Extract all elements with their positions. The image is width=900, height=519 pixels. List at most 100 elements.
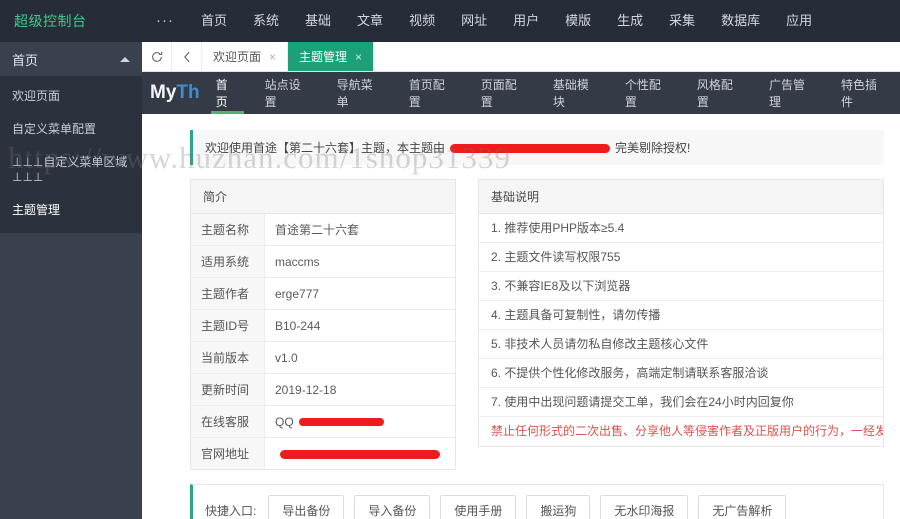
no-ad-parse-button[interactable]: 无广告解析 <box>698 495 787 519</box>
quick-entry-bar: 快捷入口: 导出备份 导入备份 使用手册 搬运狗 无水印海报 无广告解析 <box>190 484 884 519</box>
close-icon[interactable]: × <box>269 50 276 64</box>
theme-logo: My Th <box>142 72 203 114</box>
notes-list: 1. 推荐使用PHP版本≥5.4 2. 主题文件读写权限755 3. 不兼容IE… <box>479 214 883 446</box>
top-bar: 超级控制台 ··· 首页 系统 基础 文章 视频 网址 用户 模版 生成 采集 … <box>0 0 900 42</box>
table-row: 主题名称 首途第二十六套 <box>191 214 455 246</box>
redaction-mark <box>450 144 611 154</box>
theme-logo-part1: My <box>150 82 177 103</box>
theme-nav-page-config[interactable]: 页面配置 <box>468 72 540 114</box>
theme-nav-style-config[interactable]: 风格配置 <box>684 72 756 114</box>
intro-table: 主题名称 首途第二十六套 适用系统 maccms 主题作者 erge777 主题… <box>191 214 455 469</box>
list-item: 6. 不提供个性化修改服务，高端定制请联系客服洽谈 <box>479 359 883 388</box>
sidebar: 首页 欢迎页面 自定义菜单配置 ⊥⊥⊥自定义菜单区域⊥⊥⊥ 主题管理 <box>0 42 142 519</box>
topnav-item-1[interactable]: 系统 <box>240 0 292 42</box>
list-item: 4. 主题具备可复制性，请勿传播 <box>479 301 883 330</box>
notes-panel-title: 基础说明 <box>479 180 883 214</box>
table-row: 在线客服 QQ <box>191 405 455 438</box>
row-value <box>265 438 456 470</box>
row-key: 官网地址 <box>191 437 265 469</box>
intro-panel: 简介 主题名称 首途第二十六套 适用系统 maccms 主题作者 erge777 <box>190 179 456 470</box>
topnav-item-11[interactable]: 应用 <box>773 0 825 42</box>
sidebar-item-welcome[interactable]: 欢迎页面 <box>0 80 142 113</box>
row-value: B10-244 <box>264 309 455 342</box>
list-item: 3. 不兼容IE8及以下浏览器 <box>479 272 883 301</box>
tab-strip: 欢迎页面 × 主题管理 × <box>142 42 900 72</box>
sidebar-submenu: 欢迎页面 自定义菜单配置 ⊥⊥⊥自定义菜单区域⊥⊥⊥ 主题管理 <box>0 76 142 233</box>
redaction-mark <box>298 418 384 427</box>
theme-logo-part2: Th <box>176 82 200 103</box>
topnav-item-0[interactable]: 首页 <box>188 0 240 42</box>
redaction-mark <box>280 449 440 459</box>
table-row: 更新时间 2019-12-18 <box>191 373 455 406</box>
quick-entry-label: 快捷入口: <box>205 504 257 518</box>
topnav-item-10[interactable]: 数据库 <box>708 0 773 42</box>
topnav-item-5[interactable]: 网址 <box>448 0 500 42</box>
chevron-left-icon[interactable] <box>172 42 202 71</box>
row-value: 2019-12-18 <box>264 373 455 406</box>
row-value: v1.0 <box>264 341 455 374</box>
theme-nav-home[interactable]: 首页 <box>203 72 252 114</box>
row-key: 主题ID号 <box>191 309 265 342</box>
topnav-item-9[interactable]: 采集 <box>656 0 708 42</box>
theme-nav-home-config[interactable]: 首页配置 <box>396 72 468 114</box>
top-navigation: ··· 首页 系统 基础 文章 视频 网址 用户 模版 生成 采集 数据库 应用 <box>142 0 825 42</box>
topnav-item-4[interactable]: 视频 <box>396 0 448 42</box>
row-key: 主题作者 <box>191 277 265 310</box>
sidebar-group-label: 首页 <box>12 52 39 68</box>
welcome-banner-prefix: 欢迎使用首途【第二十六套】主题，本主题由 <box>205 141 446 155</box>
topnav-item-8[interactable]: 生成 <box>604 0 656 42</box>
warning-notice: 禁止任何形式的二次出售、分享他人等侵害作者及正版用户的行为，一经发现封号处理。 <box>491 424 883 438</box>
table-row: 主题ID号 B10-244 <box>191 309 455 342</box>
list-item: 2. 主题文件读写权限755 <box>479 243 883 272</box>
table-row: 适用系统 maccms <box>191 245 455 278</box>
row-value: maccms <box>264 245 455 278</box>
brand-logo[interactable]: 超级控制台 <box>0 0 142 42</box>
row-key: 主题名称 <box>191 214 265 246</box>
row-value-text: QQ <box>275 414 294 429</box>
sidebar-item-custom-menu-area[interactable]: ⊥⊥⊥自定义菜单区域⊥⊥⊥ <box>0 146 142 194</box>
transfer-dog-button[interactable]: 搬运狗 <box>526 495 591 519</box>
tab-welcome-page[interactable]: 欢迎页面 × <box>202 42 289 71</box>
row-key: 适用系统 <box>191 245 265 278</box>
sidebar-item-theme-manage[interactable]: 主题管理 <box>0 194 142 227</box>
row-key: 在线客服 <box>191 405 265 438</box>
theme-nav-basic-module[interactable]: 基础模块 <box>540 72 612 114</box>
theme-nav-ad-manage[interactable]: 广告管理 <box>756 72 828 114</box>
list-item: 5. 非技术人员请勿私自修改主题核心文件 <box>479 330 883 359</box>
list-item: 1. 推荐使用PHP版本≥5.4 <box>479 214 883 243</box>
sidebar-item-custom-menu-config[interactable]: 自定义菜单配置 <box>0 113 142 146</box>
close-icon[interactable]: × <box>355 50 362 64</box>
theme-nav-items: 首页 站点设置 导航菜单 首页配置 页面配置 基础模块 个性配置 风格配置 广告… <box>203 72 900 114</box>
theme-nav-feature-plugin[interactable]: 特色插件 <box>828 72 900 114</box>
intro-panel-title: 简介 <box>191 180 455 214</box>
theme-nav-navigation-menu[interactable]: 导航菜单 <box>324 72 396 114</box>
admin-console-page: 超级控制台 ··· 首页 系统 基础 文章 视频 网址 用户 模版 生成 采集 … <box>0 0 900 519</box>
topnav-item-3[interactable]: 文章 <box>344 0 396 42</box>
row-key: 更新时间 <box>191 373 265 406</box>
row-key: 当前版本 <box>191 341 265 374</box>
topnav-item-7[interactable]: 模版 <box>552 0 604 42</box>
table-row: 当前版本 v1.0 <box>191 341 455 374</box>
row-value: 首途第二十六套 <box>264 214 455 246</box>
import-backup-button[interactable]: 导入备份 <box>354 495 431 519</box>
content-area: 欢迎使用首途【第二十六套】主题，本主题由 完美剔除授权! 简介 主题名称 首途第二… <box>142 114 900 519</box>
theme-nav-personal-config[interactable]: 个性配置 <box>612 72 684 114</box>
no-watermark-poster-button[interactable]: 无水印海报 <box>600 495 689 519</box>
refresh-icon[interactable] <box>142 42 172 71</box>
table-row: 官网地址 <box>191 437 456 470</box>
theme-navigation-bar: My Th 首页 站点设置 导航菜单 首页配置 页面配置 基础模块 个性配置 风格… <box>142 72 900 114</box>
tab-theme-manage[interactable]: 主题管理 × <box>288 42 375 71</box>
list-item: 7. 使用中出现问题请提交工单，我们会在24小时内回复你 <box>479 388 883 417</box>
theme-nav-site-settings[interactable]: 站点设置 <box>252 72 324 114</box>
export-backup-button[interactable]: 导出备份 <box>268 495 345 519</box>
sidebar-group-home[interactable]: 首页 <box>0 42 142 76</box>
welcome-banner: 欢迎使用首途【第二十六套】主题，本主题由 完美剔除授权! <box>190 130 884 165</box>
user-manual-button[interactable]: 使用手册 <box>440 495 517 519</box>
topnav-item-2[interactable]: 基础 <box>292 0 344 42</box>
topnav-item-6[interactable]: 用户 <box>500 0 552 42</box>
row-value: QQ <box>264 405 455 438</box>
caret-up-icon[interactable] <box>120 56 130 62</box>
row-value: erge777 <box>264 277 455 310</box>
more-menu-icon[interactable]: ··· <box>142 0 188 42</box>
panels-row: 简介 主题名称 首途第二十六套 适用系统 maccms 主题作者 erge777 <box>142 165 900 470</box>
